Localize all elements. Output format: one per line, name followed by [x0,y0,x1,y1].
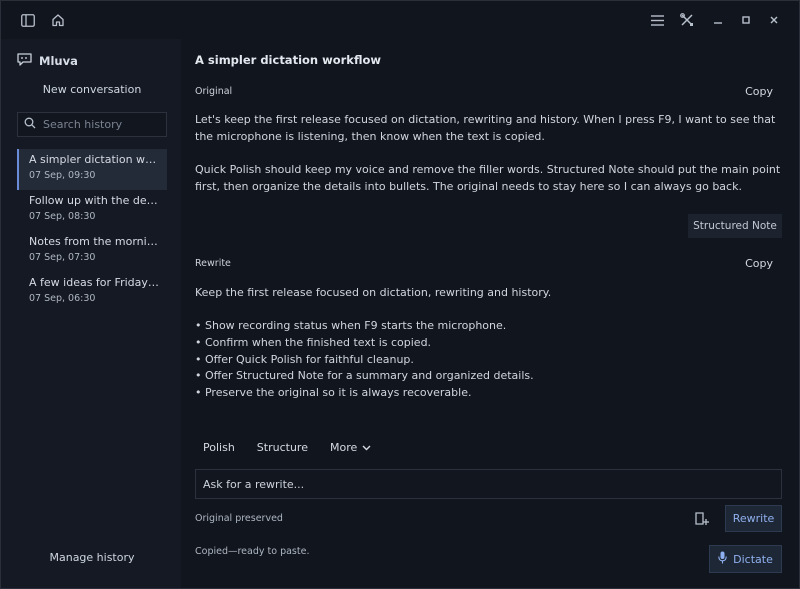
chevron-down-icon [362,445,371,451]
original-paragraph-1: Let's keep the first release focused on … [195,113,776,143]
rewrite-button[interactable]: Rewrite [725,505,782,532]
manage-history-button[interactable]: Manage history [17,551,167,564]
rewrite-bullets: • Show recording status when F9 starts t… [195,318,785,402]
conversation-title: A few ideas for Friday's review [29,276,159,289]
mode-chip[interactable]: Structured Note [688,214,782,238]
conversation-time: 07 Sep, 07:30 [29,252,96,263]
polish-button[interactable]: Polish [203,441,235,454]
search-box[interactable] [17,112,167,137]
conversation-list: A simpler dictation workflow 07 Sep, 09:… [17,149,167,313]
sidebar-toggle-icon[interactable] [19,11,37,29]
title-bar [1,1,799,39]
rewrite-actions: Polish Structure More [195,441,371,454]
status-copied: Copied—ready to paste. [195,546,310,557]
conversation-title: Notes from the morning meeting [29,235,159,248]
rewrite-input[interactable] [203,470,781,498]
minimize-icon[interactable] [709,11,727,29]
dictate-button[interactable]: Dictate [709,545,782,573]
list-item: • Confirm when the finished text is copi… [195,335,432,349]
polish-label: Polish [203,441,235,454]
copy-rewrite-button[interactable]: Copy [745,257,773,270]
search-input[interactable] [43,118,163,131]
app-title: Mluva [17,53,78,69]
chat-icon [17,53,32,69]
menu-icon[interactable] [648,11,666,29]
structure-label: Structure [256,441,308,454]
original-paragraph-2: Quick Polish should keep my voice and re… [195,163,781,193]
rewrite-prompt-box[interactable] [195,469,782,499]
conversation-time: 07 Sep, 06:30 [29,293,96,304]
save-note-icon[interactable] [694,511,710,527]
rewrite-intro: Keep the first release focused on dictat… [195,286,552,299]
microphone-icon [718,551,727,567]
structure-button[interactable]: Structure [257,441,308,454]
app-name: Mluva [39,54,78,68]
conversation-time: 07 Sep, 08:30 [29,211,96,222]
conversation-time: 07 Sep, 09:30 [29,170,96,181]
original-label: Original [195,86,233,97]
tools-icon[interactable] [678,11,696,29]
list-item: • Offer Structured Note for a summary an… [195,369,534,383]
conversation-item[interactable]: Notes from the morning meeting 07 Sep, 0… [17,231,167,272]
rewrite-button-label: Rewrite [732,512,775,525]
new-conversation-button[interactable]: New conversation [17,83,167,101]
list-item: • Show recording status when F9 starts t… [195,319,507,332]
more-button[interactable]: More [330,441,371,454]
list-item: • Offer Quick Polish for faithful cleanu… [195,352,414,366]
more-label: More [329,441,358,454]
app-window: Mluva New conversation A simpler dictati… [0,0,800,589]
conversation-item[interactable]: Follow up with the design team 07 Sep, 0… [17,190,167,231]
conversation-item[interactable]: A simpler dictation workflow 07 Sep, 09:… [17,149,167,190]
search-icon [24,117,36,132]
home-icon[interactable] [49,11,67,29]
close-icon[interactable] [765,11,783,29]
copy-original-button[interactable]: Copy [745,85,773,98]
rewrite-label: Rewrite [195,258,231,269]
page-title: A simpler dictation workflow [195,53,381,67]
conversation-item[interactable]: A few ideas for Friday's review 07 Sep, … [17,272,167,313]
maximize-icon[interactable] [737,11,755,29]
conversation-title: Follow up with the design team [29,194,159,207]
list-item: • Preserve the original so it is always … [195,386,472,400]
dictate-button-label: Dictate [733,552,773,566]
conversation-title: A simpler dictation workflow [29,153,159,166]
status-preserved: Original preserved [195,513,283,524]
